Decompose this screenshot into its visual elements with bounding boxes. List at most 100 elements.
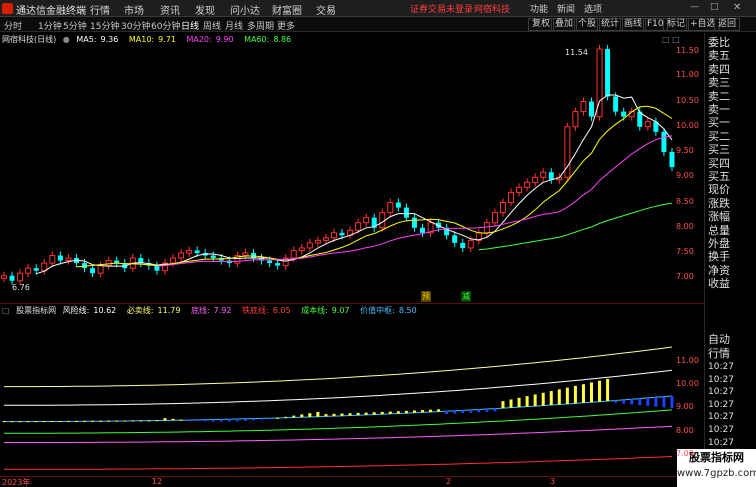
menu-trade[interactable]: 交易 <box>316 2 336 17</box>
ma20-value: 9.90 <box>215 35 234 44</box>
value-center-line <box>4 395 673 423</box>
close-icon[interactable]: ✕ <box>733 2 741 13</box>
tick-time: 10:27 <box>708 362 734 372</box>
period-tick[interactable]: 分时 <box>4 19 22 32</box>
indicator-bar <box>308 413 312 417</box>
maximize-icon[interactable]: □ <box>710 2 719 12</box>
indicator-bar <box>525 396 529 407</box>
quote-mode-label[interactable]: 自动 <box>708 333 730 346</box>
indicator-bar <box>163 418 167 421</box>
tick-time: 10:27 <box>708 387 734 398</box>
menu-wealth[interactable]: 财富圈 <box>272 2 302 17</box>
quote-label: 买五 <box>708 170 730 183</box>
period-multi[interactable]: 多周期 <box>247 19 274 32</box>
indicator-bar <box>203 419 207 422</box>
period-weekly[interactable]: 周线 <box>203 19 221 32</box>
candle-body <box>363 217 370 224</box>
minimize-icon[interactable]: — <box>690 2 699 12</box>
candle-body <box>395 202 401 208</box>
candle-body <box>186 249 193 254</box>
forecast-marker[interactable]: 预 <box>421 291 431 302</box>
indicator-bar <box>549 391 553 406</box>
stock-notice[interactable]: 网宿科技 <box>474 2 510 15</box>
candle-body <box>17 272 24 282</box>
indicator-bar <box>477 409 481 413</box>
tick-time: 10:27 <box>708 412 734 423</box>
period-monthly[interactable]: 月线 <box>225 19 243 32</box>
indicator-name: 股票指标网 <box>16 306 57 315</box>
quote-label: 净资 <box>708 263 730 277</box>
candle-body <box>298 247 305 251</box>
indicator-bar <box>654 397 658 407</box>
indicator-bar <box>541 392 545 406</box>
price-tick: 7.50 <box>676 247 694 256</box>
indicator-bar <box>34 421 38 423</box>
indicator-bar <box>630 399 634 405</box>
period-more[interactable]: 更多 <box>277 19 295 32</box>
candle-body <box>57 255 63 261</box>
indicator-bar <box>670 395 674 409</box>
tool-back[interactable]: 返回 <box>714 18 741 31</box>
quote-mode-label[interactable]: 行情 <box>708 347 730 360</box>
tick-time: 10:27 <box>708 437 734 448</box>
menu-bar: 通达信金融终端 行情 市场 资讯 发现 问小达 财富圈 交易 证券交易未登录 网… <box>0 0 756 17</box>
time-label-2: 2 <box>446 477 452 486</box>
menu-options[interactable]: 选项 <box>584 2 602 15</box>
indicator-tick: 7.00 <box>676 449 694 458</box>
indicator-bar <box>372 412 376 415</box>
menu-newsfeed[interactable]: 新闻 <box>557 2 575 15</box>
tick-time: 10:27 <box>708 425 734 435</box>
period-1min[interactable]: 1分钟 <box>38 19 62 32</box>
ma20-label: MA20: 9.90 <box>186 35 234 44</box>
candle-body <box>25 267 32 274</box>
menu-function[interactable]: 功能 <box>530 2 548 15</box>
period-15min[interactable]: 15分钟 <box>90 19 119 32</box>
app-title: 通达信金融终端 <box>16 6 86 17</box>
watermark-url: www.7gpzb.com <box>677 468 756 479</box>
indicator-expand-icon[interactable]: □ <box>2 306 10 315</box>
ma5-value: 9.36 <box>100 35 119 44</box>
indicator-bar <box>179 419 183 421</box>
price-tick: 10.00 <box>676 121 699 130</box>
indicator-bar <box>493 408 497 412</box>
menu-market[interactable]: 市场 <box>124 2 144 17</box>
menu-news[interactable]: 资讯 <box>160 2 180 17</box>
candle-body <box>330 232 337 239</box>
candle-body <box>194 250 200 253</box>
price-tick: 11.50 <box>676 46 699 55</box>
indicator-bar <box>131 420 135 422</box>
menu-quotes[interactable]: 行情 <box>90 2 110 17</box>
candle-body <box>669 152 675 168</box>
menu-discover[interactable]: 发现 <box>195 2 215 17</box>
menu-wenxiaoda[interactable]: 问小达 <box>230 2 260 17</box>
indicator-bar <box>227 419 231 422</box>
indicator-bar <box>598 380 602 402</box>
candle-body <box>516 186 523 193</box>
period-30min[interactable]: 30分钟 <box>121 19 150 32</box>
ma-line <box>76 105 673 268</box>
settings-dot-icon[interactable]: ● <box>63 35 70 44</box>
candle-body <box>105 260 112 267</box>
indicator-bar <box>364 412 368 415</box>
indicator-bar <box>509 399 513 408</box>
price-tick: 8.50 <box>676 197 694 206</box>
indicator-bar <box>501 401 505 409</box>
period-5min[interactable]: 5分钟 <box>63 19 87 32</box>
period-daily[interactable]: 日线 <box>181 19 199 32</box>
candle-body <box>605 48 611 97</box>
indicator-bar <box>219 419 223 422</box>
quote-label: 卖四 <box>708 62 730 76</box>
price-tick: 7.00 <box>676 272 694 281</box>
indicator-bar <box>139 420 143 422</box>
reduce-marker[interactable]: 减 <box>461 291 471 302</box>
indicator-bar <box>316 411 320 417</box>
indicator-bar <box>276 417 280 419</box>
period-60min[interactable]: 60分钟 <box>151 19 180 32</box>
indicator-bar <box>340 413 344 416</box>
chart-window-icons[interactable]: □ □ <box>662 35 680 44</box>
low-price-label: 6.76 <box>12 283 30 292</box>
quote-label: 买三 <box>708 143 730 157</box>
indicator-bar <box>581 384 585 403</box>
quote-label: 涨幅 <box>708 210 730 224</box>
login-notice[interactable]: 证券交易未登录 <box>410 2 473 15</box>
